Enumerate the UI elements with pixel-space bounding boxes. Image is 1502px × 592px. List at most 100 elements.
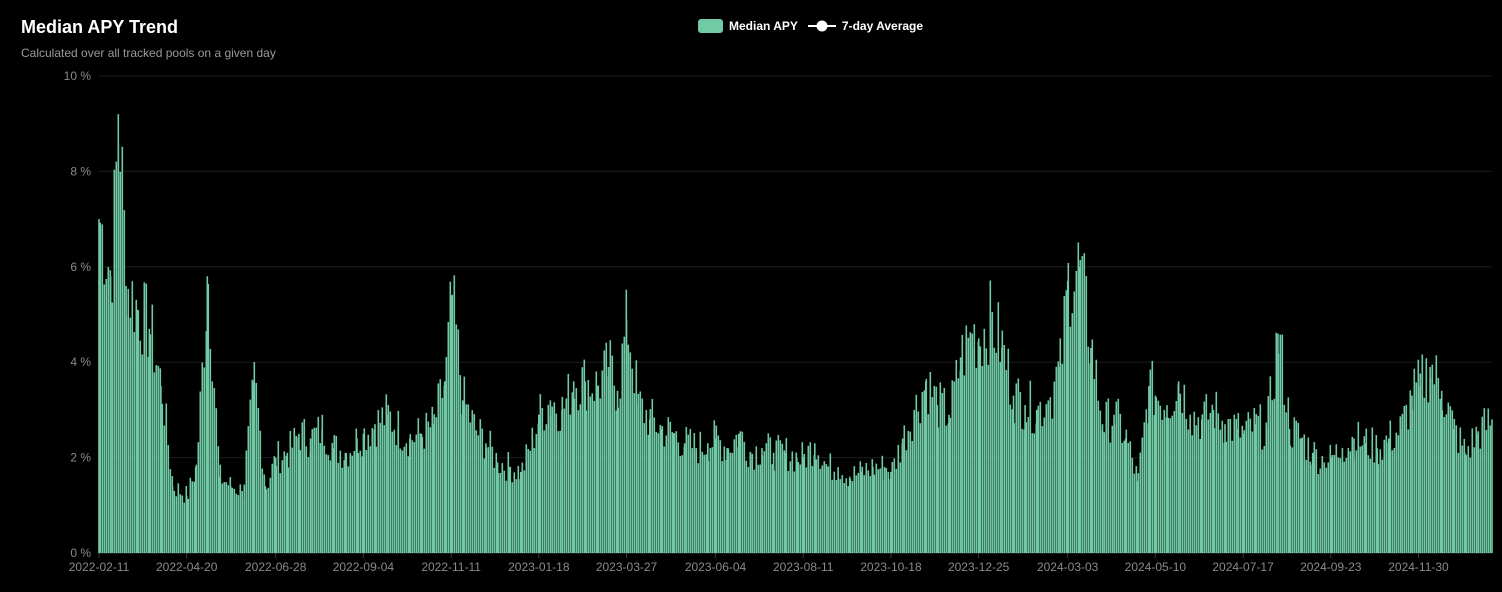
bar[interactable] (603, 350, 606, 553)
bar[interactable] (515, 479, 518, 553)
bar[interactable] (335, 435, 338, 553)
bar[interactable] (751, 453, 754, 553)
bar[interactable] (913, 409, 915, 553)
bar[interactable] (385, 414, 388, 553)
bar[interactable] (121, 146, 124, 554)
bar[interactable] (1353, 438, 1355, 554)
bar[interactable] (743, 441, 746, 553)
bar[interactable] (1045, 404, 1048, 553)
bar[interactable] (523, 470, 526, 553)
bar[interactable] (1207, 419, 1210, 554)
bar[interactable] (1277, 333, 1279, 553)
bar[interactable] (1131, 457, 1134, 553)
bar[interactable] (1081, 256, 1084, 553)
bar[interactable] (769, 437, 772, 553)
bar[interactable] (1415, 382, 1418, 553)
bar[interactable] (533, 448, 536, 553)
bar[interactable] (633, 393, 636, 553)
bar[interactable] (737, 433, 740, 554)
bar[interactable] (1221, 420, 1224, 553)
bar[interactable] (501, 463, 504, 553)
bar[interactable] (493, 467, 496, 553)
bar[interactable] (545, 424, 548, 553)
bar[interactable] (351, 455, 354, 553)
bar[interactable] (169, 469, 172, 553)
bar[interactable] (672, 433, 674, 554)
bar[interactable] (1259, 404, 1262, 553)
bar[interactable] (841, 475, 844, 553)
bar[interactable] (687, 434, 690, 553)
bar[interactable] (1163, 409, 1166, 553)
bar[interactable] (637, 405, 639, 553)
bar[interactable] (175, 496, 178, 553)
bar[interactable] (1279, 334, 1282, 553)
bar[interactable] (107, 267, 110, 553)
bar[interactable] (675, 431, 678, 553)
bar[interactable] (1283, 404, 1286, 553)
bar[interactable] (807, 445, 810, 553)
bar[interactable] (697, 463, 700, 553)
bar[interactable] (298, 433, 300, 554)
bar[interactable] (895, 468, 898, 553)
bar[interactable] (1293, 417, 1296, 553)
bar[interactable] (365, 450, 368, 553)
bar[interactable] (879, 468, 882, 553)
bar[interactable] (429, 427, 432, 553)
bar[interactable] (459, 375, 462, 553)
bar[interactable] (441, 397, 444, 553)
bar[interactable] (411, 440, 414, 553)
bar[interactable] (163, 425, 166, 554)
bar[interactable] (103, 284, 106, 553)
bar[interactable] (259, 430, 262, 553)
bar[interactable] (831, 479, 834, 553)
bar[interactable] (423, 448, 426, 553)
bar[interactable] (857, 473, 860, 553)
bar[interactable] (231, 487, 234, 553)
bar[interactable] (1261, 449, 1264, 554)
bar[interactable] (206, 276, 209, 553)
bar[interactable] (665, 435, 668, 554)
bar[interactable] (420, 433, 423, 554)
bar[interactable] (453, 275, 456, 553)
bar[interactable] (965, 325, 968, 553)
bar[interactable] (1459, 427, 1462, 553)
bar[interactable] (1237, 413, 1240, 553)
bar[interactable] (917, 411, 920, 554)
bar[interactable] (987, 364, 990, 553)
bar[interactable] (1199, 438, 1202, 553)
bar[interactable] (1373, 462, 1376, 554)
bar[interactable] (1447, 402, 1450, 553)
bar[interactable] (165, 403, 168, 553)
bar[interactable] (155, 365, 158, 553)
bar[interactable] (139, 340, 142, 553)
bar[interactable] (927, 414, 930, 553)
bar[interactable] (218, 476, 220, 553)
bar[interactable] (999, 361, 1002, 553)
bar[interactable] (777, 435, 780, 553)
bar[interactable] (1235, 429, 1238, 553)
bar[interactable] (1157, 400, 1160, 553)
bar[interactable] (1031, 433, 1034, 553)
bar[interactable] (337, 462, 340, 553)
bar[interactable] (123, 210, 126, 553)
bar[interactable] (1227, 418, 1230, 553)
bar[interactable] (1317, 474, 1320, 553)
bar[interactable] (551, 406, 554, 553)
bar[interactable] (639, 391, 642, 554)
bar[interactable] (1481, 416, 1484, 553)
bar[interactable] (948, 414, 950, 553)
bar[interactable] (731, 452, 734, 553)
bar[interactable] (1024, 405, 1026, 553)
bar[interactable] (1093, 379, 1096, 553)
bar[interactable] (1449, 406, 1452, 553)
bar[interactable] (331, 442, 334, 553)
bar[interactable] (199, 391, 202, 554)
bar[interactable] (1065, 290, 1068, 553)
bar[interactable] (881, 455, 884, 553)
bar[interactable] (733, 439, 736, 553)
bar[interactable] (781, 443, 784, 553)
bar[interactable] (890, 471, 892, 553)
bar[interactable] (295, 435, 298, 553)
bar[interactable] (877, 469, 880, 553)
bar[interactable] (115, 161, 118, 553)
